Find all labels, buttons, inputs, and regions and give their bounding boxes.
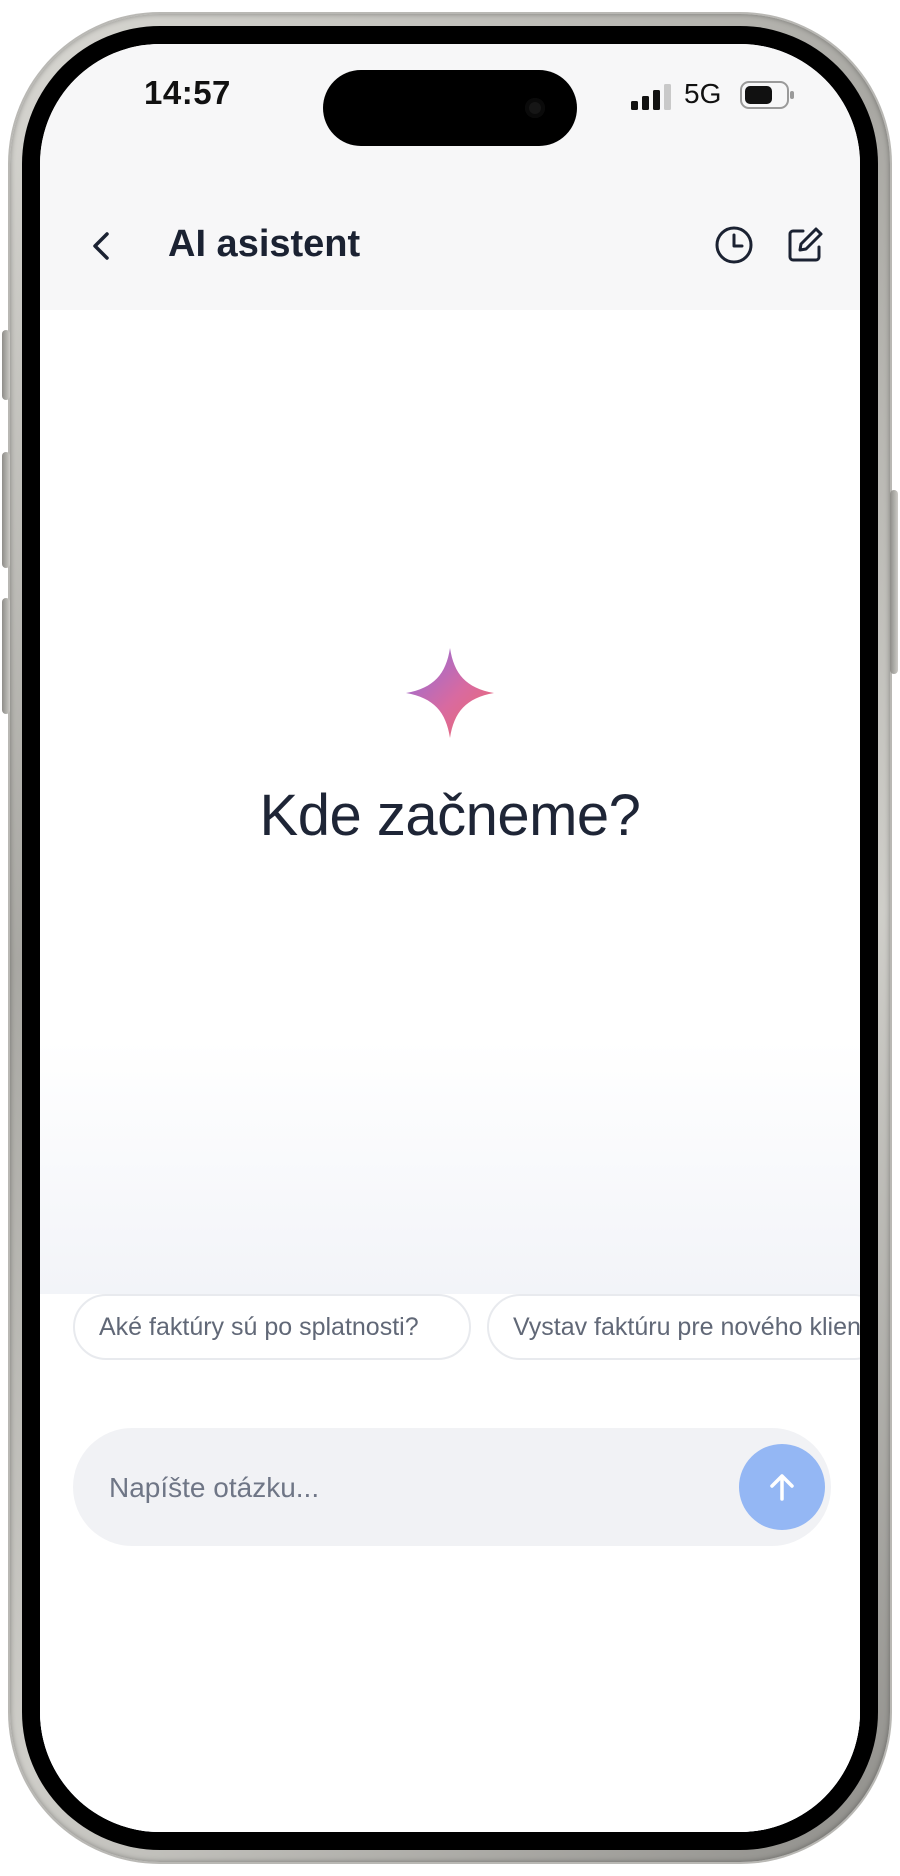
clock-icon: [715, 226, 753, 264]
signal-bars-icon: [631, 84, 671, 110]
phone-screen: 14:57 5G AI asistent Kde začneme? Aké fa…: [40, 44, 860, 1832]
battery-icon: [740, 81, 794, 109]
new-chat-icon: [788, 227, 823, 262]
suggestion-chip[interactable]: Vystav faktúru pre nového klienta: [487, 1294, 860, 1360]
status-time: 14:57: [144, 74, 231, 111]
volume-up-button: [2, 452, 10, 568]
volume-down-button: [2, 598, 10, 714]
dynamic-island: [323, 70, 577, 146]
front-camera: [525, 98, 545, 118]
new-chat-button[interactable]: [781, 221, 829, 269]
message-input[interactable]: [107, 1462, 711, 1514]
send-button[interactable]: [739, 1444, 825, 1530]
hero-title: Kde začneme?: [259, 783, 641, 848]
page-title: AI asistent: [168, 223, 361, 265]
suggestion-chip[interactable]: Aké faktúry sú po splatnosti?: [73, 1294, 471, 1360]
back-button[interactable]: [80, 224, 124, 268]
sparkle-star-icon: [406, 648, 494, 738]
app-header: AI asistent: [40, 184, 860, 310]
power-button: [890, 490, 898, 674]
chevron-left-icon: [93, 232, 109, 260]
composer-area: [40, 1384, 860, 1832]
suggestion-chips: Aké faktúry sú po splatnosti? Vystav fak…: [40, 1294, 860, 1384]
action-button: [2, 330, 10, 400]
network-type: 5G: [684, 78, 722, 109]
arrow-up-icon: [770, 1474, 794, 1501]
message-composer: [73, 1428, 831, 1546]
status-bar: 14:57 5G: [40, 44, 860, 184]
history-button[interactable]: [710, 221, 758, 269]
